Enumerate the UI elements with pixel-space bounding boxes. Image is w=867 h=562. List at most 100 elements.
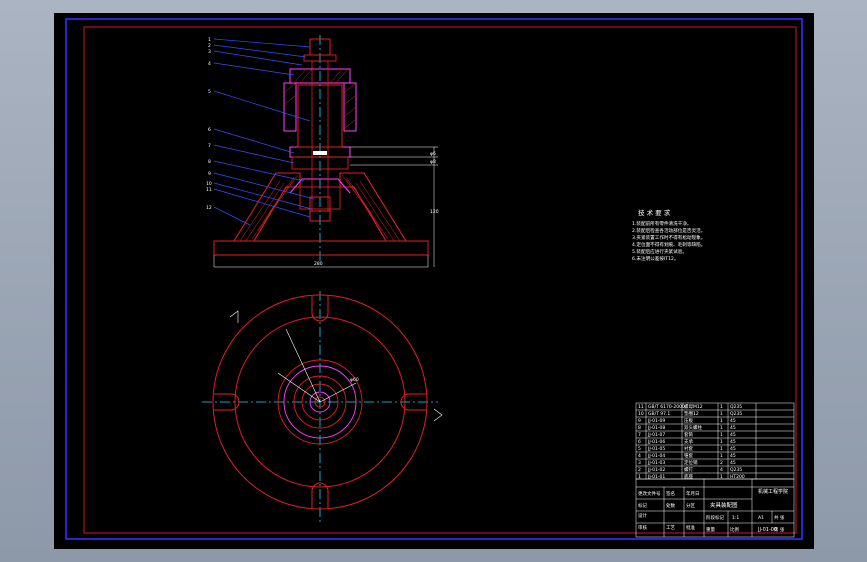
drawing-sheet: A1 (758, 515, 764, 521)
bom-cell: 1 (720, 411, 723, 417)
bom-cell: 螺母M12 (684, 403, 703, 410)
bom-cell: 45 (730, 460, 736, 466)
bom-cell: HT200 (730, 474, 745, 480)
bom-cell: 衬套 (684, 445, 693, 452)
svg-text:4: 4 (208, 61, 211, 67)
svg-text:3: 3 (208, 49, 211, 55)
label-check: 审核 (638, 524, 647, 531)
note-line-6: 6.未注明公差按IT12。 (632, 255, 679, 262)
cone-body-left (233, 172, 301, 242)
bom-cell: 锥套 (684, 452, 693, 459)
label-design: 设计 (638, 512, 647, 519)
bom-cell: JJ-01-09 (647, 418, 665, 424)
dim-label-phi6: φ6 (430, 151, 436, 157)
note-line-4: 4.定位面不得有划痕、毛刺等缺陷。 (632, 241, 705, 248)
svg-text:2: 2 (208, 43, 211, 49)
plan-dim-label: φ60 (350, 377, 359, 383)
svg-text:6: 6 (208, 127, 211, 133)
bom-cell: 11 (638, 404, 644, 410)
bom-cell: JJ-01-01 (647, 474, 665, 480)
bom-cell: 定位销 (684, 459, 698, 466)
svg-text:8: 8 (208, 159, 211, 165)
bom-cell: 10 (638, 411, 644, 417)
bom-cell: GB/T 97.1 (648, 411, 670, 417)
bom-cell: JJ-01-05 (647, 446, 665, 452)
note-line-2: 2.装配后检查各活动部位是否灵活。 (632, 227, 705, 234)
bom-cell: 6 (638, 439, 641, 445)
bom-cell: 45 (730, 418, 736, 424)
cad-drawing[interactable]: φ6 φ8 120 280 1 2 3 4 5 6 7 8 9 10 11 12… (54, 13, 814, 549)
bom-cell: 支承 (684, 438, 693, 445)
front-dimensions (350, 146, 438, 267)
bom-cell: 螺钉 (684, 466, 693, 473)
bom-cell: 9 (638, 418, 641, 424)
top-plan-view[interactable]: φ60 (202, 291, 443, 523)
bom-text: 11 GB/T 6170-2000 螺母M12 1 Q23510 GB/T 97.1 垫圈1… (638, 403, 745, 480)
label-stage: 阶段标记 (706, 514, 724, 521)
bom-cell: 套筒 (684, 431, 693, 438)
bom-cell: 3 (638, 460, 641, 466)
svg-text:5: 5 (208, 89, 211, 95)
balloon-numbers: 1 2 3 4 5 6 7 8 9 10 11 12 (206, 37, 212, 211)
note-line-3: 3.夹紧装置工作时不得有松动现象。 (632, 234, 705, 241)
label-weight: 重量 (706, 526, 715, 533)
notes-title: 技 术 要 求 (638, 208, 671, 217)
bom-cell: Q235 (730, 467, 742, 473)
label-mark: 标记 (638, 502, 647, 509)
front-section-view[interactable]: φ6 φ8 120 280 1 2 3 4 5 6 7 8 9 10 11 12 (206, 35, 439, 268)
technical-notes: 技 术 要 求 1.装配前所有零件清洗干净。 2.装配后检查各活动部位是否灵活。… (632, 208, 705, 262)
school-name: 机械工程学院 (758, 488, 788, 495)
bom-cell: 45 (730, 432, 736, 438)
bom-cell: JJ-01-03 (647, 460, 665, 466)
svg-text:11: 11 (206, 187, 212, 193)
balloon-leaders (213, 38, 315, 226)
svg-text:9: 9 (208, 171, 211, 177)
bom-cell: Q235 (730, 411, 742, 417)
svg-text:1: 1 (208, 37, 211, 43)
bom-cell: Q235 (730, 404, 742, 410)
bom-cell: 1 (720, 418, 723, 424)
bom-cell: 2 (720, 460, 723, 466)
dim-label-280: 280 (314, 261, 323, 267)
bom-cell: 1 (720, 425, 723, 431)
bom-cell: 4 (638, 453, 641, 459)
bom-cell: 8 (638, 425, 641, 431)
plan-radial-dims (277, 328, 357, 403)
note-line-1: 1.装配前所有零件清洗干净。 (632, 220, 692, 227)
bom-cell: 4 (720, 467, 723, 473)
svg-text:12: 12 (206, 205, 212, 211)
bom-cell: 1 (720, 453, 723, 459)
bom-cell: 1 (720, 439, 723, 445)
bom-cell: 45 (730, 425, 736, 431)
bom-cell: JJ-01-07 (647, 432, 665, 438)
section-arrow-left (229, 310, 239, 323)
bom-cell: 45 (730, 453, 736, 459)
note-line-5: 5.装配后应进行夹紧试验。 (632, 248, 687, 255)
label-sign: 签名 (666, 490, 675, 497)
bom-cell: 垫圈12 (684, 410, 699, 417)
section-arrow-right (433, 408, 443, 422)
label-sheet-no: 第 张 (774, 526, 785, 533)
bom-cell: 1 (720, 432, 723, 438)
label-process: 工艺 (666, 525, 675, 531)
bom-cell: JJ-01-02 (647, 467, 665, 473)
cad-viewport[interactable]: φ6 φ8 120 280 1 2 3 4 5 6 7 8 9 10 11 12… (54, 13, 814, 549)
bom-cell: 压板 (684, 417, 693, 424)
svg-text:7: 7 (208, 143, 211, 149)
plate-hatch (293, 68, 349, 84)
bom-cell: 1 (638, 474, 641, 480)
bom-cell: 底座 (684, 473, 693, 480)
title-texts: 机械工程学院 夹具装配图 JJ-01-00 1:1 A1 设计 审核 工艺 批准… (638, 488, 788, 533)
bom-cell: 5 (638, 446, 641, 452)
bom-cell: GB/T 6170-2000 (648, 404, 685, 410)
sleeve-left-wall (283, 82, 297, 132)
bom-cell: JJ-01-08 (647, 425, 665, 431)
bom-cell: 1 (720, 404, 723, 410)
bom-cell: JJ-01-06 (647, 439, 665, 445)
label-change: 更改文件号 (638, 490, 661, 497)
bom-cell: 7 (638, 432, 641, 438)
svg-text:10: 10 (206, 181, 212, 187)
bom-cell: 1 (720, 446, 723, 452)
bom-cell: 双头螺柱 (684, 424, 702, 431)
bom-cell: 45 (730, 439, 736, 445)
